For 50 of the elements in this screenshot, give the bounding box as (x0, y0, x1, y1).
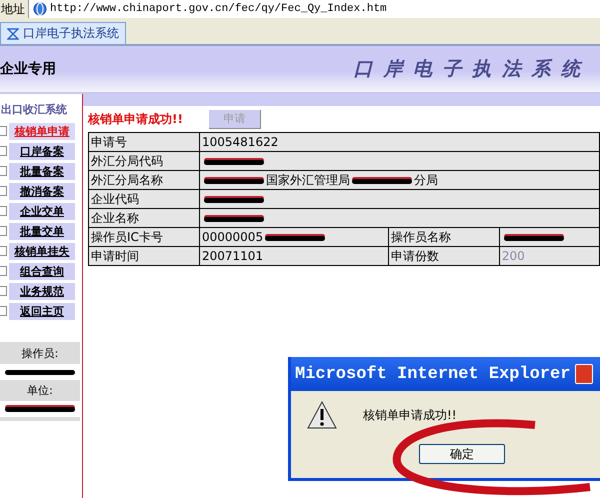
success-message: 核销单申请成功!! (88, 110, 183, 128)
table-cell: 企业代码 (88, 190, 200, 208)
browser-tab[interactable]: 口岸电子执法系统 (0, 22, 126, 44)
close-button[interactable] (575, 364, 594, 384)
sidebar-link[interactable]: 批量备案 (9, 162, 75, 180)
redaction-mark (204, 178, 264, 184)
sidebar-link[interactable]: 撤消备案 (9, 182, 75, 200)
table-cell: 外汇分局名称 (88, 170, 200, 190)
hourglass-icon (7, 28, 19, 40)
unit-label: 单位: (27, 383, 53, 398)
globe-icon (33, 2, 47, 16)
sidebar-link[interactable]: 组合查询 (9, 262, 75, 280)
operator-label: 操作员: (22, 346, 58, 361)
sidebar-link[interactable]: 业务规范 (9, 282, 75, 300)
sidebar-link[interactable]: 批量交单 (9, 222, 75, 240)
redaction-mark (5, 370, 75, 374)
sidebar-link[interactable]: 返回主页 (9, 302, 75, 320)
table-cell: 操作员名称 (388, 228, 500, 246)
redaction-mark (504, 236, 564, 241)
sidebar-link[interactable]: 核销单挂失 (9, 242, 75, 260)
table-cell: 企业名称 (88, 208, 200, 228)
redaction-mark (5, 406, 75, 412)
table-cell: 00000005 (200, 228, 388, 246)
sidebar-link[interactable]: 口岸备案 (9, 142, 75, 160)
table-cell: 申请号 (88, 132, 200, 152)
sidebar-title: 出口收汇系统 (0, 102, 68, 118)
url-text: http://www.chinaport.gov.cn/fec/qy/Fec_Qy_Index.htm (50, 3, 387, 15)
table-cell: 外汇分局代码 (88, 152, 200, 170)
sidebar-link[interactable]: 核销单申请 (9, 122, 75, 140)
redaction-mark (204, 198, 264, 203)
redaction-mark (204, 160, 264, 165)
address-field[interactable]: http://www.chinaport.gov.cn/fec/qy/Fec_Qy_Index.htm (28, 0, 600, 18)
dialog-message: 核销单申请成功!! (363, 406, 457, 424)
redaction-mark (204, 217, 264, 222)
address-label: 地址 (0, 0, 26, 18)
warning-icon (307, 401, 337, 429)
dialog-title: Microsoft Internet Explorer (295, 364, 570, 384)
table-cell: 申请份数 (388, 246, 500, 266)
table-cell: 申请时间 (88, 246, 200, 266)
system-title: 口 岸 电 子 执 法 系 统 (354, 57, 582, 82)
sidebar-link[interactable]: 企业交单 (9, 202, 75, 220)
redaction-mark (352, 178, 412, 184)
table-cell: 国家外汇管理局 分局 (200, 170, 600, 190)
ok-button[interactable]: 确定 (419, 444, 505, 464)
table-cell: 1005481622 (200, 132, 600, 152)
table-cell: 操作员IC卡号 (88, 228, 200, 246)
table-cell: 20071101 (200, 246, 388, 266)
redaction-mark (265, 236, 326, 241)
header-label: 企业专用 (0, 60, 56, 78)
table-cell: 200 (499, 246, 600, 266)
